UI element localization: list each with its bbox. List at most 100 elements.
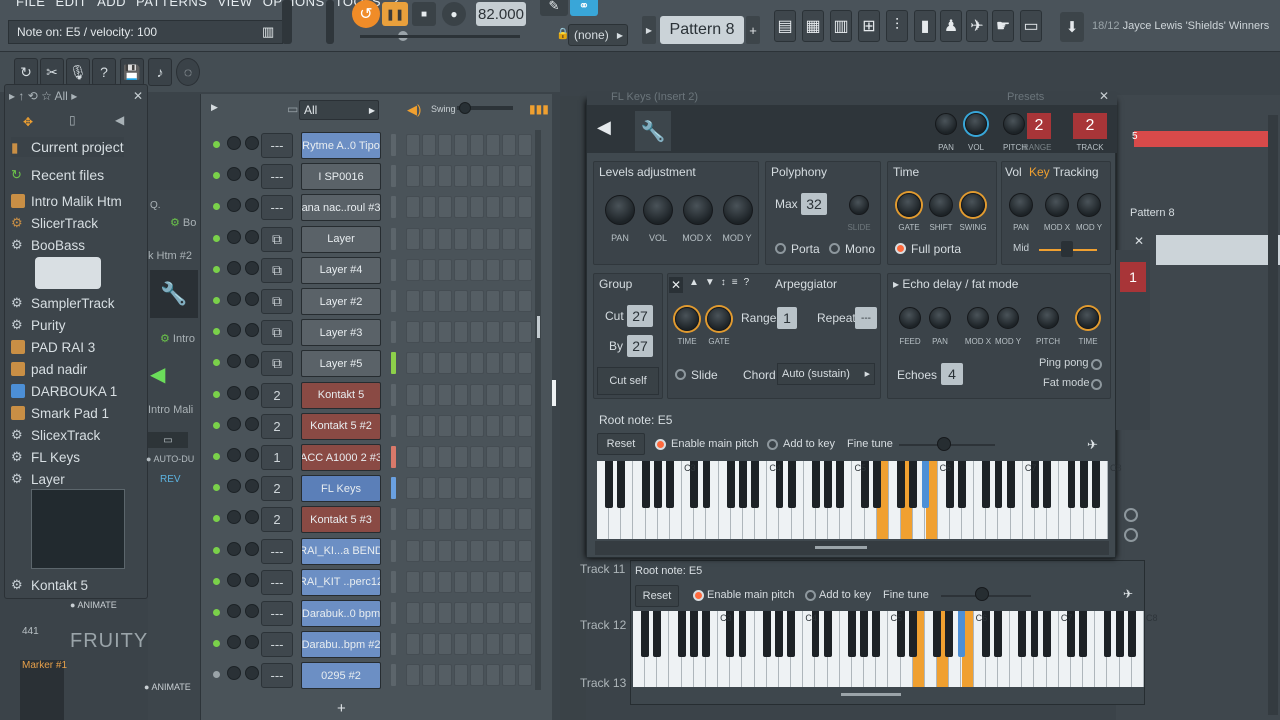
channel-mixer-track[interactable]: 2 bbox=[261, 507, 293, 533]
plugin-picker-icon[interactable]: ✈ bbox=[966, 10, 988, 42]
speaker-icon[interactable]: ◀ bbox=[597, 117, 611, 138]
channel-select-indicator[interactable] bbox=[391, 290, 396, 312]
step-button[interactable] bbox=[406, 196, 420, 219]
channel-mute-led[interactable] bbox=[213, 359, 220, 367]
channel-mute-led[interactable] bbox=[213, 453, 220, 460]
browser-item[interactable]: ⚙ SamplerTrack bbox=[11, 293, 115, 313]
stop-button[interactable]: ■ bbox=[412, 2, 436, 26]
channel-name-button[interactable]: Layer #2 bbox=[301, 288, 381, 315]
step-button[interactable] bbox=[438, 352, 452, 375]
step-button[interactable] bbox=[486, 633, 500, 656]
step-button[interactable] bbox=[502, 508, 516, 531]
playlist-scrollbar[interactable] bbox=[1268, 115, 1278, 715]
echoes-input[interactable]: 4 bbox=[941, 363, 963, 385]
download-icon[interactable]: ⬇ bbox=[1060, 12, 1084, 42]
step-button[interactable] bbox=[486, 321, 500, 344]
step-button[interactable] bbox=[454, 383, 468, 406]
black-key[interactable] bbox=[787, 461, 796, 508]
step-button[interactable] bbox=[486, 570, 500, 593]
step-button[interactable] bbox=[438, 414, 452, 437]
step-button[interactable] bbox=[486, 664, 500, 687]
step-button[interactable] bbox=[518, 227, 532, 250]
step-button[interactable] bbox=[470, 227, 484, 250]
channel-select-indicator[interactable] bbox=[391, 508, 396, 531]
step-button[interactable] bbox=[502, 477, 516, 500]
link-icon[interactable]: ⚭ bbox=[570, 0, 598, 16]
channel-mute-led[interactable] bbox=[213, 546, 220, 554]
step-button[interactable] bbox=[422, 352, 436, 375]
step-button[interactable] bbox=[486, 258, 500, 281]
browser-item[interactable]: Smark Pad 1 bbox=[11, 403, 109, 423]
add-channel-button[interactable]: + bbox=[337, 700, 346, 717]
step-button[interactable] bbox=[406, 602, 420, 624]
fine-tune-knob-2[interactable] bbox=[975, 587, 989, 601]
step-button[interactable] bbox=[438, 258, 452, 281]
wrench-icon[interactable]: 🔧 bbox=[635, 111, 671, 151]
browser-item[interactable]: ⚙ FL Keys bbox=[11, 447, 80, 467]
channel-name-button[interactable]: Kontakt 5 #3 bbox=[301, 506, 381, 534]
step-button[interactable] bbox=[422, 196, 436, 219]
channel-mixer-track[interactable]: 2 bbox=[261, 382, 293, 408]
step-button[interactable] bbox=[406, 383, 420, 406]
step-button[interactable] bbox=[502, 321, 516, 344]
browser-item[interactable]: ⚙ Purity bbox=[11, 315, 66, 335]
channel-volume-knob[interactable] bbox=[245, 167, 259, 182]
channel-volume-knob[interactable] bbox=[245, 323, 259, 338]
menu-file[interactable]: FILE bbox=[16, 0, 45, 10]
help-icon[interactable]: ? bbox=[92, 58, 116, 86]
channel-mute-led[interactable] bbox=[213, 141, 220, 148]
channel-name-button[interactable]: RAI_KIT ..perc12 bbox=[301, 568, 381, 596]
black-key[interactable] bbox=[775, 611, 783, 657]
save-icon[interactable]: 💾 bbox=[120, 58, 144, 86]
repeat-input[interactable]: --- bbox=[855, 307, 877, 329]
channel-select-indicator[interactable] bbox=[391, 258, 396, 281]
mixer-target-select[interactable]: (none) ▶ bbox=[568, 24, 628, 46]
menu-patterns[interactable]: PATTERNS bbox=[136, 0, 207, 10]
side-radio-2[interactable] bbox=[1124, 528, 1138, 542]
step-button[interactable] bbox=[406, 508, 420, 531]
channel-mute-led[interactable] bbox=[213, 203, 220, 211]
step-button[interactable] bbox=[454, 570, 468, 593]
channel-pan-knob[interactable] bbox=[227, 323, 241, 338]
step-button[interactable] bbox=[518, 477, 532, 500]
step-button[interactable] bbox=[406, 664, 420, 687]
step-button[interactable] bbox=[502, 383, 516, 406]
channel-select-indicator[interactable] bbox=[391, 602, 396, 624]
step-button[interactable] bbox=[470, 196, 484, 219]
black-key[interactable] bbox=[958, 461, 966, 508]
pointer-icon[interactable]: ✈ bbox=[1087, 437, 1098, 453]
step-button[interactable] bbox=[438, 321, 452, 344]
black-key[interactable] bbox=[702, 611, 710, 657]
channel-name-button[interactable]: Layer #4 bbox=[301, 256, 381, 284]
channel-select-indicator[interactable] bbox=[391, 134, 396, 156]
channel-volume-knob[interactable] bbox=[245, 136, 259, 150]
browser-item[interactable]: ↻ Recent files bbox=[11, 165, 104, 185]
channel-mixer-track[interactable]: --- bbox=[261, 632, 293, 658]
channel-name-button[interactable]: Darabu..bpm #2 bbox=[301, 631, 381, 659]
channel-select-indicator[interactable] bbox=[391, 570, 396, 593]
channel-volume-knob[interactable] bbox=[245, 572, 259, 587]
channel-mute-led[interactable] bbox=[213, 515, 220, 523]
step-button[interactable] bbox=[470, 446, 484, 468]
detach-icon[interactable]: ▭ bbox=[1020, 10, 1042, 42]
step-button[interactable] bbox=[502, 446, 516, 468]
browser-item[interactable]: pad nadir bbox=[11, 359, 87, 379]
step-button[interactable] bbox=[502, 196, 516, 219]
black-key[interactable] bbox=[1091, 461, 1100, 508]
step-button[interactable] bbox=[470, 165, 484, 188]
step-button[interactable] bbox=[470, 352, 484, 375]
channel-volume-knob[interactable] bbox=[245, 260, 259, 275]
channel-name-button[interactable]: Layer #3 bbox=[301, 319, 381, 347]
black-key[interactable] bbox=[1079, 611, 1088, 657]
rack-filter-select[interactable]: All ▶ bbox=[299, 100, 379, 120]
step-button[interactable] bbox=[454, 414, 468, 437]
step-button[interactable] bbox=[486, 477, 500, 500]
channel-volume-knob[interactable] bbox=[245, 541, 259, 556]
speaker-green-icon[interactable]: ◀ bbox=[150, 362, 165, 387]
step-button[interactable] bbox=[454, 508, 468, 531]
step-button[interactable] bbox=[518, 508, 532, 531]
gate-knob[interactable] bbox=[897, 193, 921, 217]
black-key[interactable] bbox=[653, 611, 662, 657]
channel-mute-led[interactable] bbox=[213, 609, 220, 616]
mid-slider-handle[interactable] bbox=[1061, 241, 1073, 257]
